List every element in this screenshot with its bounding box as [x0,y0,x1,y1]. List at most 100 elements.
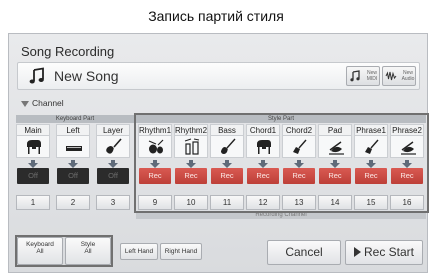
channel-number-button[interactable]: 11 [210,195,244,210]
music-note-icon [350,70,360,82]
rec-status-toggle-rhythm1[interactable]: Rec [139,168,171,184]
part-column-rhythm2: Rhythm2 Rec [174,124,208,190]
part-name-left[interactable]: Left [56,124,90,136]
right-hand-button[interactable]: Right Hand [160,243,202,260]
channel-number-button[interactable]: 10 [174,195,208,210]
arrow-down-icon [28,160,38,168]
keyboard-all-label-line2: All [36,248,44,255]
part-voice-button-left[interactable] [56,136,90,158]
part-voice-button-rhythm1[interactable] [138,136,172,158]
part-column-chord2: Chord2 Rec [282,124,316,190]
strings-icon [329,141,344,155]
channel-label: Channel [32,98,64,108]
arrow-down-icon [222,160,232,168]
grand-piano-icon [27,140,41,154]
part-voice-button-chord2[interactable] [282,136,316,158]
arrow-down-icon [330,160,340,168]
part-column-pad: Pad Rec [318,124,352,190]
channel-section-toggle[interactable]: Channel [21,98,64,108]
rec-start-label: Rec Start [363,245,414,259]
channel-number-button[interactable]: 15 [354,195,388,210]
part-name-rhythm2[interactable]: Rhythm2 [174,124,208,136]
new-midi-label: New MIDI [366,70,378,82]
part-name-phrase1[interactable]: Phrase1 [354,124,388,136]
part-column-bass: Bass Rec [210,124,244,190]
arrow-down-icon [186,160,196,168]
rec-status-toggle-main[interactable]: Off [17,168,49,184]
song-recording-screen: Song Recording New Song New MIDI New Aud… [8,33,429,273]
part-column-layer: Layer Off [96,124,130,190]
chevron-down-icon [21,100,29,107]
rec-status-toggle-pad[interactable]: Rec [319,168,351,184]
electric-guitar-icon [365,139,379,154]
arrow-down-icon [150,160,160,168]
part-voice-button-layer[interactable] [96,136,130,158]
rec-start-button[interactable]: Rec Start [345,240,423,265]
channel-number-button[interactable]: 13 [282,195,316,210]
channel-number-button[interactable]: 14 [318,195,352,210]
rec-status-toggle-left[interactable]: Off [57,168,89,184]
arrow-down-icon [68,160,78,168]
part-name-layer[interactable]: Layer [96,124,130,136]
left-hand-label: Left Hand [124,248,154,255]
rec-status-toggle-rhythm2[interactable]: Rec [175,168,207,184]
part-name-chord1[interactable]: Chord1 [246,124,280,136]
channel-number-button[interactable]: 9 [138,195,172,210]
window-title: Song Recording [21,44,115,59]
channel-number-button[interactable]: 3 [96,195,130,210]
new-audio-button[interactable]: New Audio [382,66,416,86]
part-column-main: Main Off [16,124,50,190]
song-name-row[interactable]: New Song New MIDI New Audio [17,62,420,90]
part-name-chord2[interactable]: Chord2 [282,124,316,136]
percussion-icon [184,138,200,155]
part-voice-button-phrase2[interactable] [390,136,424,158]
channel-number-button[interactable]: 16 [390,195,424,210]
part-column-chord1: Chord1 Rec [246,124,280,190]
arrow-down-icon [294,160,304,168]
new-audio-label: New Audio [401,70,415,82]
keyboard-all-button[interactable]: Keyboard All [17,237,63,265]
song-name: New Song [54,68,119,84]
electric-guitar-icon [293,139,307,154]
part-name-rhythm1[interactable]: Rhythm1 [138,124,172,136]
keyboard-part-header: Keyboard Part [16,115,134,123]
style-part-header: Style Part [136,115,426,123]
rec-status-toggle-phrase2[interactable]: Rec [391,168,423,184]
drum-kit-icon [148,139,164,154]
cancel-label: Cancel [285,245,323,259]
part-voice-button-main[interactable] [16,136,50,158]
arrow-down-icon [108,160,118,168]
part-column-left: Left Off [56,124,90,190]
new-midi-button[interactable]: New MIDI [346,66,380,86]
style-all-button[interactable]: Style All [65,237,111,265]
left-hand-button[interactable]: Left Hand [120,243,158,260]
part-voice-button-chord1[interactable] [246,136,280,158]
part-voice-button-phrase1[interactable] [354,136,388,158]
arrow-down-icon [258,160,268,168]
part-voice-button-pad[interactable] [318,136,352,158]
channel-number-button[interactable]: 12 [246,195,280,210]
keyboard-icon [66,146,82,151]
rec-status-toggle-bass[interactable]: Rec [211,168,243,184]
part-name-bass[interactable]: Bass [210,124,244,136]
part-name-main[interactable]: Main [16,124,50,136]
keyboard-all-label-line1: Keyboard [26,241,54,248]
channel-number-button[interactable]: 1 [16,195,50,210]
rec-status-toggle-chord2[interactable]: Rec [283,168,315,184]
style-all-label-line2: All [84,248,92,255]
cancel-button[interactable]: Cancel [267,240,341,265]
rec-status-toggle-chord1[interactable]: Rec [247,168,279,184]
part-name-pad[interactable]: Pad [318,124,352,136]
part-voice-button-bass[interactable] [210,136,244,158]
waveform-icon [385,71,397,81]
music-note-icon [29,67,44,84]
part-column-rhythm1: Rhythm1 Rec [138,124,172,190]
right-hand-label: Right Hand [164,248,198,255]
part-voice-button-rhythm2[interactable] [174,136,208,158]
part-name-phrase2[interactable]: Phrase2 [390,124,424,136]
rec-status-toggle-layer[interactable]: Off [97,168,129,184]
rec-status-toggle-phrase1[interactable]: Rec [355,168,387,184]
arrow-down-icon [366,160,376,168]
channel-number-button[interactable]: 2 [56,195,90,210]
style-all-label-line1: Style [80,241,96,248]
